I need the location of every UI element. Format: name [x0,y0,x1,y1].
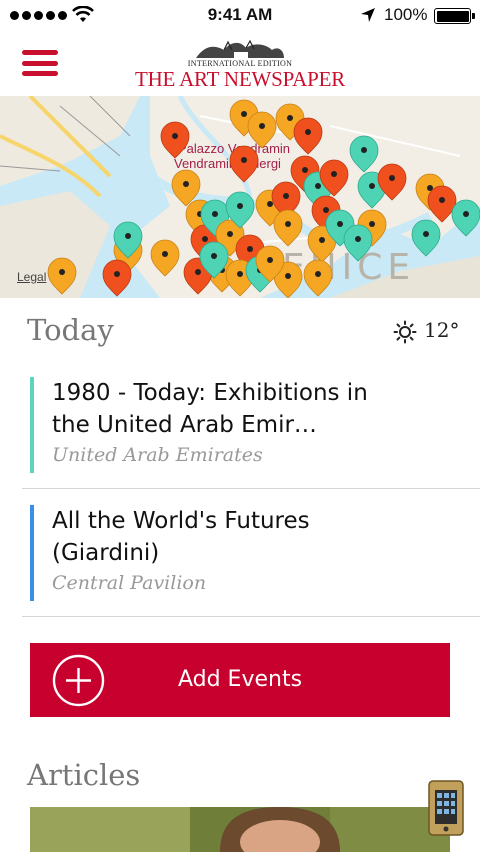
event-item[interactable]: All the World's Futures (Giardini) Centr… [30,505,450,601]
hamburger-menu-icon[interactable] [22,50,58,76]
logo: INTERNATIONAL EDITION THE ART NEWSPAPER [124,40,356,91]
map-label-calergi: Vendramin Calergi [174,156,281,171]
status-bar: 9:41 AM 100% [0,0,480,32]
event-accent-bar [30,505,34,601]
app-badge-icon [428,780,464,836]
location-arrow-icon [361,8,375,22]
sun-icon [393,320,417,344]
event-venue: United Arab Emirates [52,444,263,466]
weather-temperature: 12° [424,318,460,342]
event-accent-bar [30,377,34,473]
divider [22,488,480,489]
add-events-label: Add Events [177,667,303,692]
logo-title: THE ART NEWSPAPER [134,67,346,91]
map-legal-link[interactable]: Legal [17,270,46,284]
article-thumbnail[interactable] [30,807,450,852]
events-map[interactable]: Palazzo Vendramin Vendramin Calergi ENIC… [0,96,480,298]
logo-emblem-icon [196,40,284,58]
map-label-venice: ENICE [282,247,415,288]
app-header: INTERNATIONAL EDITION THE ART NEWSPAPER [0,32,480,96]
articles-heading: Articles [27,758,141,792]
event-title: 1980 - Today: Exhibitions in the United … [52,380,368,438]
divider [22,616,480,617]
battery-icon [434,8,475,24]
today-heading: Today [27,313,114,347]
event-title: All the World's Futures (Giardini) [52,508,310,566]
event-item[interactable]: 1980 - Today: Exhibitions in the United … [30,377,450,473]
event-venue: Central Pavilion [52,572,207,594]
battery-percent: 100% [384,5,428,24]
add-events-button[interactable]: Add Events [30,643,450,717]
